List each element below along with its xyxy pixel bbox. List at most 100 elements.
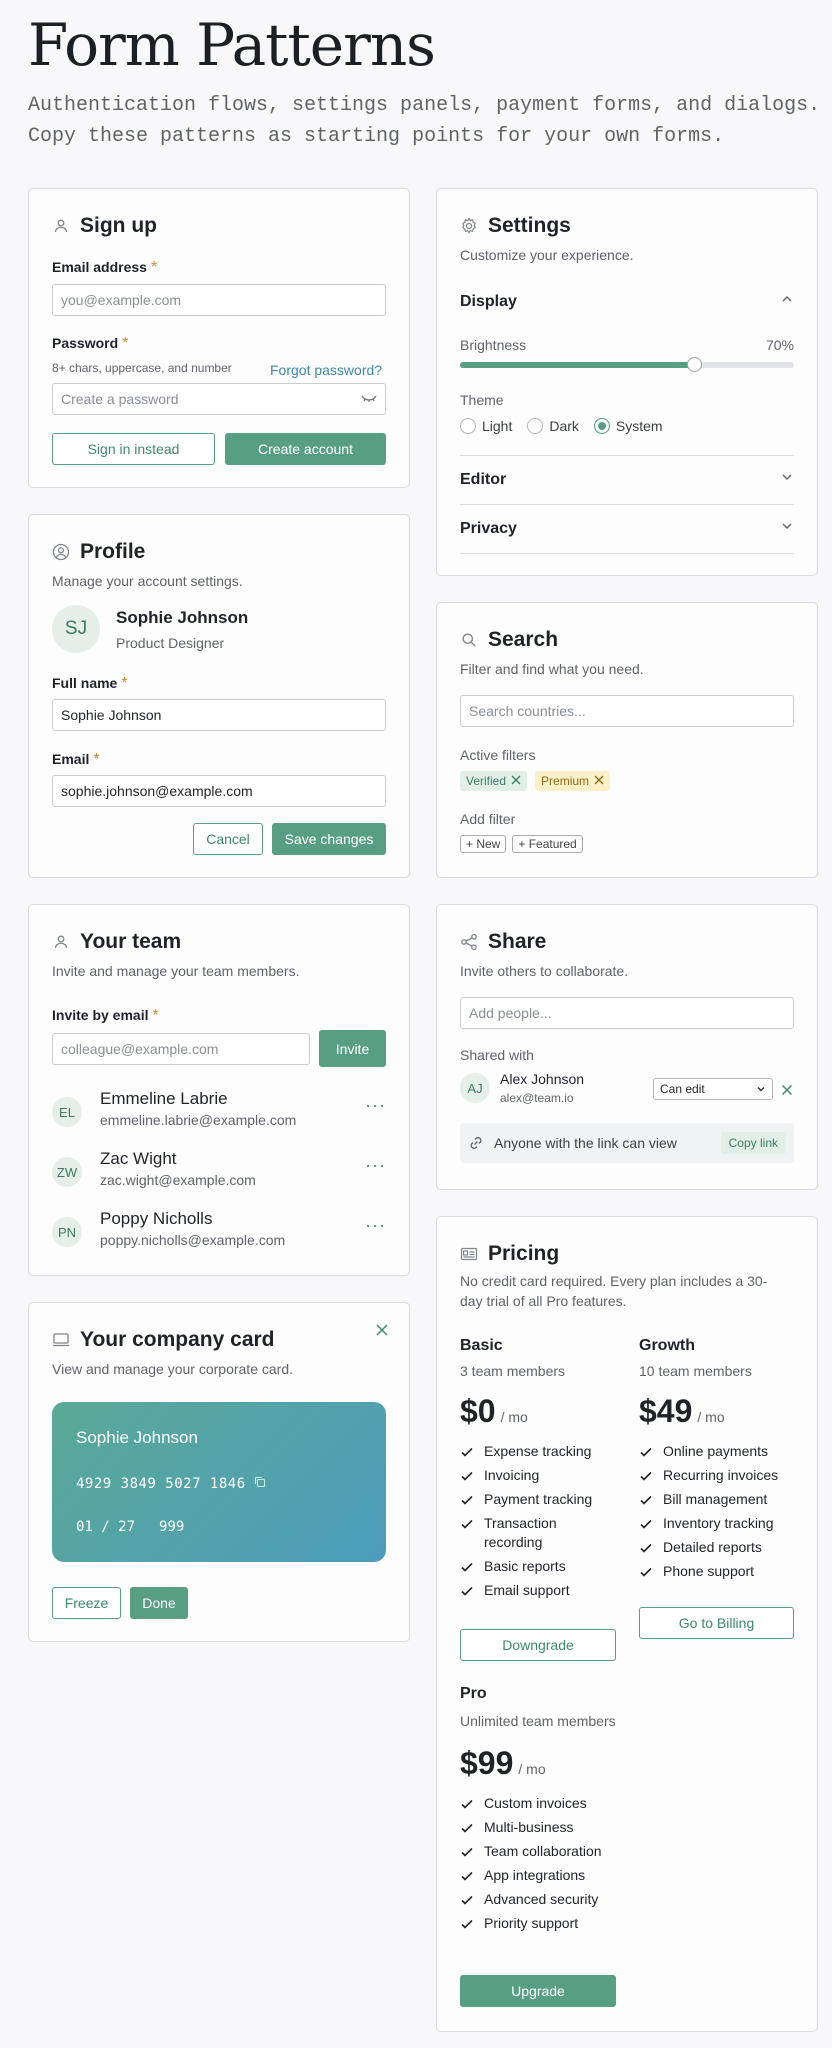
copy-link-button[interactable]: Copy link: [720, 1132, 786, 1154]
radio-dark[interactable]: [527, 418, 544, 434]
card-meta-row: 01 / 27 999: [76, 1519, 184, 1535]
feature-item: Expense tracking: [460, 1442, 616, 1461]
signup-title: Sign up: [80, 214, 157, 237]
settings-subtitle: Customize your experience.: [460, 247, 634, 263]
close-icon[interactable]: [375, 1323, 389, 1342]
permission-select[interactable]: Can edit: [653, 1078, 773, 1100]
feature-item: Inventory tracking: [639, 1514, 795, 1533]
email-field[interactable]: you@example.com: [52, 284, 386, 316]
add-people-input[interactable]: Add people...: [460, 997, 794, 1029]
radio-light[interactable]: [460, 418, 476, 434]
page-title: Form Patterns: [28, 11, 436, 79]
chevron-down-icon: [780, 519, 794, 538]
shared-with-label: Shared with: [460, 1047, 534, 1063]
password-hint: 8+ chars, uppercase, and number: [52, 361, 232, 375]
save-changes-button[interactable]: Save changes: [272, 823, 386, 855]
plan-features: Expense tracking Invoicing Payment trackin…: [460, 1442, 616, 1600]
search-title: Search: [488, 628, 559, 651]
close-icon[interactable]: [594, 774, 604, 788]
forgot-password-link[interactable]: Forgot password?: [270, 362, 382, 378]
plan-features: Custom invoices Multi-business Team collab…: [460, 1794, 616, 1933]
profile-header: Profile: [52, 539, 386, 565]
theme-option-system[interactable]: System: [593, 418, 663, 434]
theme-option-light[interactable]: Light: [460, 418, 512, 434]
settings-title: Settings: [488, 214, 571, 237]
freeze-button[interactable]: Freeze: [52, 1587, 121, 1619]
email-label-row: Email address *: [52, 259, 157, 277]
pricing-subtitle-line-2: day trial of all Pro features.: [460, 1293, 627, 1309]
cancel-button[interactable]: Cancel: [193, 823, 263, 855]
downgrade-button[interactable]: Downgrade: [460, 1629, 616, 1661]
sign-in-instead-button[interactable]: Sign in instead: [52, 433, 215, 465]
feature-item: Online payments: [639, 1442, 795, 1461]
upgrade-button[interactable]: Upgrade: [460, 1975, 616, 2007]
link-access-row: Anyone with the link can view Copy link: [460, 1123, 794, 1163]
fullname-label-row: Full name *: [52, 675, 128, 693]
more-options-icon[interactable]: ···: [365, 1215, 386, 1236]
required-mark: *: [150, 259, 158, 276]
settings-header: Settings: [460, 213, 794, 239]
profile-email-label: Email: [52, 751, 90, 767]
check-icon: [461, 1586, 473, 1596]
theme-label: Theme: [460, 392, 504, 408]
radio-system[interactable]: [593, 418, 610, 434]
profile-subtitle: Manage your account settings.: [52, 573, 243, 589]
eye-closed-icon[interactable]: [361, 391, 377, 407]
go-to-billing-button[interactable]: Go to Billing: [639, 1607, 794, 1639]
close-icon[interactable]: [511, 774, 521, 788]
more-options-icon[interactable]: ···: [365, 1155, 386, 1176]
check-icon: [461, 1495, 473, 1505]
check-icon: [640, 1519, 652, 1529]
accordion-privacy[interactable]: Privacy: [460, 519, 794, 538]
member-name: Zac Wight: [100, 1149, 177, 1168]
team-subtitle: Invite and manage your team members.: [52, 963, 300, 979]
add-filter-featured[interactable]: + Featured: [512, 835, 583, 853]
share-title: Share: [488, 930, 547, 953]
invite-button[interactable]: Invite: [319, 1030, 386, 1067]
check-icon: [461, 1847, 473, 1857]
copy-icon[interactable]: [254, 1475, 266, 1493]
feature-item: Recurring invoices: [639, 1466, 795, 1485]
avatar: PN: [52, 1217, 82, 1247]
profile-name: Sophie Johnson: [116, 608, 249, 627]
feature-label: Multi-business: [484, 1819, 574, 1835]
accordion-editor[interactable]: Editor: [460, 470, 794, 489]
profile-title: Profile: [80, 540, 146, 563]
feature-item: Invoicing: [460, 1466, 616, 1485]
email-label: Email address: [52, 259, 147, 275]
fullname-field[interactable]: Sophie Johnson: [52, 699, 386, 731]
page-description: Authentication flows, settings panels, p…: [28, 90, 828, 152]
plan-name: Basic: [460, 1337, 503, 1354]
password-field[interactable]: Create a password: [52, 383, 386, 415]
laptop-icon: [52, 1331, 70, 1349]
remove-icon[interactable]: [781, 1083, 793, 1101]
invite-label-row: Invite by email *: [52, 1007, 159, 1025]
add-filter-chips: + New + Featured: [460, 835, 583, 853]
brightness-thumb[interactable]: [686, 357, 702, 372]
done-button[interactable]: Done: [130, 1587, 188, 1619]
plan-price-row: $0 / mo: [460, 1393, 616, 1430]
settings-card: Settings Customize your experience. Disp…: [436, 188, 818, 576]
accordion-display[interactable]: Display: [460, 292, 794, 311]
brightness-slider[interactable]: [460, 357, 794, 372]
email-field[interactable]: sophie.johnson@example.com: [52, 775, 386, 807]
feature-label: Advanced security: [484, 1891, 599, 1907]
theme-option-dark[interactable]: Dark: [527, 418, 579, 434]
add-filter-new[interactable]: + New: [460, 835, 507, 853]
more-options-icon[interactable]: ···: [365, 1095, 386, 1116]
avatar: EL: [52, 1097, 82, 1127]
check-icon: [461, 1799, 473, 1809]
create-account-button[interactable]: Create account: [225, 433, 386, 465]
required-mark: *: [122, 335, 129, 352]
theme-option-label: Light: [482, 418, 513, 434]
member-name: Poppy Nicholls: [100, 1209, 213, 1228]
plan-members: Unlimited team members: [460, 1713, 616, 1729]
brightness-row: Brightness 70%: [460, 337, 794, 353]
required-mark: *: [152, 1007, 159, 1024]
invite-email-field[interactable]: colleague@example.com: [52, 1033, 310, 1065]
user-circle-icon: [52, 543, 70, 561]
search-input[interactable]: Search countries...: [460, 695, 794, 727]
plan-growth: Growth 10 team members $49 / mo Online p…: [639, 1337, 795, 1586]
signup-card: Sign up Email address * you@example.com P…: [28, 188, 410, 488]
feature-item: Custom invoices: [460, 1794, 616, 1813]
